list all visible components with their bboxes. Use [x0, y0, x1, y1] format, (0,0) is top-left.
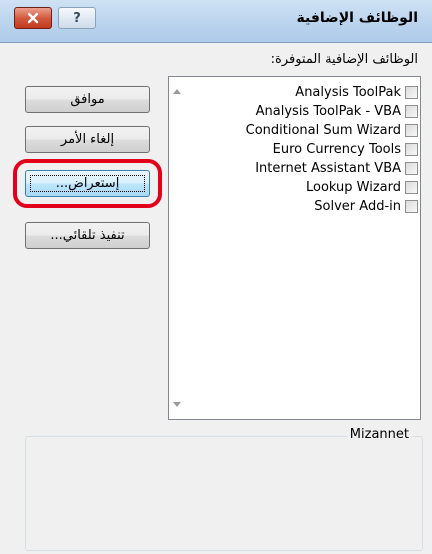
list-item[interactable]: Euro Currency Tools [246, 140, 420, 159]
browse-button[interactable]: إستعراض... [25, 170, 150, 197]
list-item-checkbox[interactable] [405, 124, 418, 137]
list-item[interactable]: Conditional Sum Wizard [246, 121, 420, 140]
dialog-title: الوظائف الإضافية [296, 10, 418, 26]
list-item-label: Solver Add-in [314, 199, 401, 214]
scroll-down-arrow-icon[interactable] [173, 402, 181, 407]
list-item[interactable]: Lookup Wizard [246, 178, 420, 197]
list-item[interactable]: Analysis ToolPak - VBA [246, 102, 420, 121]
help-button[interactable]: ? [58, 7, 96, 29]
close-x-icon [27, 12, 39, 24]
list-item-checkbox[interactable] [405, 143, 418, 156]
ok-button[interactable]: موافق [25, 86, 150, 113]
question-mark-icon: ? [73, 10, 81, 26]
list-item-checkbox[interactable] [405, 181, 418, 194]
list-item[interactable]: Analysis ToolPak [246, 83, 420, 102]
list-item-checkbox[interactable] [405, 162, 418, 175]
close-button[interactable] [14, 7, 52, 29]
addins-list: Analysis ToolPak Analysis ToolPak - VBA … [246, 83, 420, 216]
cancel-button[interactable]: إلغاء الأمر [25, 126, 150, 153]
title-bar[interactable]: ? الوظائف الإضافية [0, 0, 432, 43]
browse-button-label: إستعراض... [55, 176, 120, 191]
list-item-checkbox[interactable] [405, 105, 418, 118]
list-item-label: Conditional Sum Wizard [245, 123, 401, 138]
available-addins-label: الوظائف الإضافية المتوفرة: [270, 52, 418, 67]
automation-button[interactable]: تنفيذ تلقائي... [25, 222, 150, 249]
addins-listbox[interactable]: Analysis ToolPak Analysis ToolPak - VBA … [168, 76, 421, 420]
list-item-label: Internet Assistant VBA [255, 161, 401, 176]
vertical-scrollbar[interactable] [169, 77, 186, 419]
list-item[interactable]: Internet Assistant VBA [246, 159, 420, 178]
scroll-up-arrow-icon[interactable] [173, 89, 181, 94]
list-item-label: Euro Currency Tools [272, 142, 401, 157]
list-item-label: Analysis ToolPak - VBA [255, 104, 401, 119]
description-groupbox: Mizannet [25, 427, 423, 551]
groupbox-title: Mizannet [346, 427, 412, 442]
list-item-checkbox[interactable] [405, 86, 418, 99]
addins-dialog: ? الوظائف الإضافية الوظائف الإضافية المت… [0, 0, 432, 554]
list-item[interactable]: Solver Add-in [246, 197, 420, 216]
list-item-label: Analysis ToolPak [295, 85, 401, 100]
list-item-label: Lookup Wizard [305, 180, 401, 195]
list-item-checkbox[interactable] [405, 200, 418, 213]
